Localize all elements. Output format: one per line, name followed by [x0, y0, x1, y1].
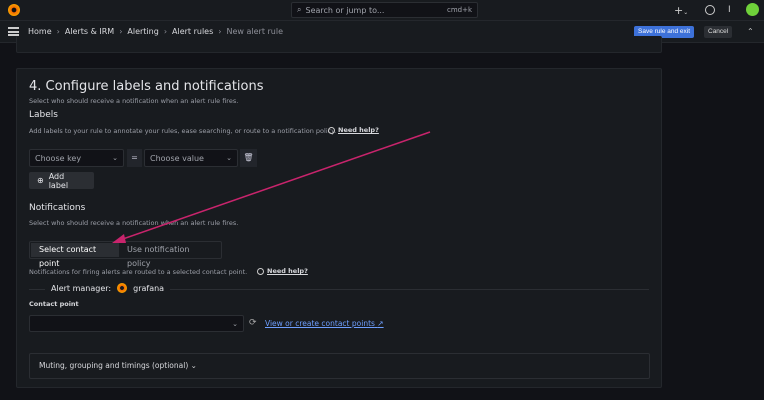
arrow-head — [112, 234, 126, 243]
arrow-line — [120, 132, 430, 240]
annotation-arrow — [0, 0, 764, 400]
